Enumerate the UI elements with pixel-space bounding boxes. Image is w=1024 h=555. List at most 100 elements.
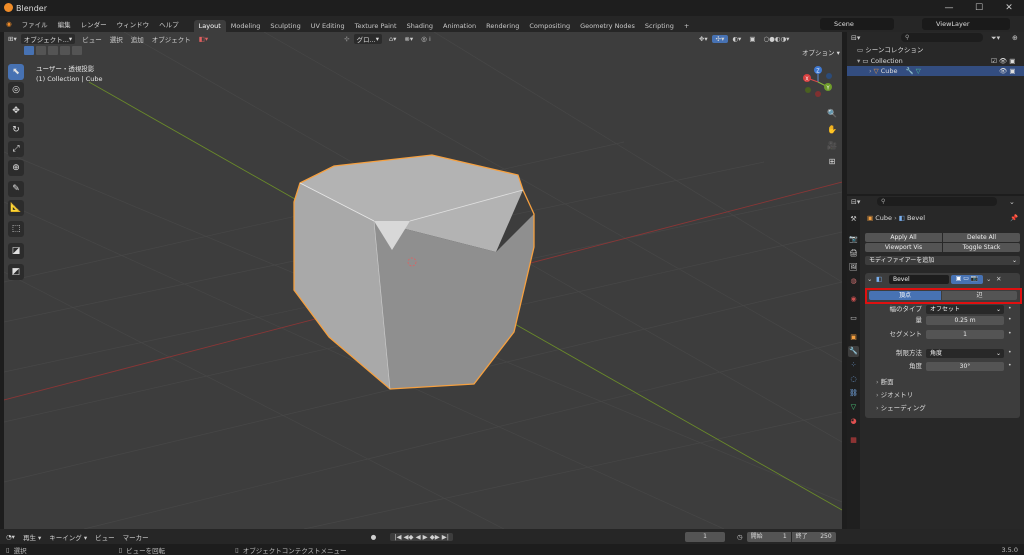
- tab-animation[interactable]: Animation: [438, 20, 481, 32]
- limit-method-dropdown[interactable]: 角度 ⌄: [926, 349, 1004, 358]
- menu-help[interactable]: ヘルプ: [154, 19, 184, 29]
- tab-scripting[interactable]: Scripting: [640, 20, 679, 32]
- modifier-menu-icon[interactable]: ⌄: [986, 275, 991, 283]
- profile-subpanel[interactable]: › 断面: [876, 377, 894, 387]
- menu-view[interactable]: ビュー: [78, 34, 106, 44]
- modifier-display-toggles[interactable]: ▣ ▭ 📷: [951, 275, 983, 284]
- output-tab-icon[interactable]: 🖨: [848, 248, 859, 259]
- keyframe-dot-icon[interactable]: •: [1008, 316, 1012, 323]
- view-layer-selector[interactable]: ViewLayer: [922, 18, 1010, 30]
- texture-tab-icon[interactable]: ▦: [848, 435, 859, 446]
- scene-collection-row[interactable]: ▭ シーンコレクション: [857, 45, 923, 55]
- data-tab-icon[interactable]: ▽: [848, 402, 859, 413]
- record-button-icon[interactable]: ●: [367, 533, 381, 541]
- properties-editor-icon[interactable]: ⊟▾: [851, 198, 860, 206]
- select-subtract-icon[interactable]: [48, 46, 58, 55]
- remove-modifier-icon[interactable]: ✕: [996, 275, 1001, 283]
- material-tab-icon[interactable]: ◕: [848, 416, 859, 427]
- minimize-button[interactable]: —: [934, 0, 964, 16]
- shear-tool-icon[interactable]: ◩: [8, 264, 24, 280]
- keyframe-dot-icon[interactable]: •: [1008, 362, 1012, 369]
- cube-visibility-icons[interactable]: 👁 ▣: [999, 67, 1015, 75]
- add-cube-tool-icon[interactable]: ⬚: [8, 221, 24, 237]
- scene-selector[interactable]: Scene: [820, 18, 894, 30]
- proportional-editing-icon[interactable]: ◎ ⁞: [417, 35, 435, 43]
- properties-search-input[interactable]: ⚲: [877, 197, 997, 206]
- outliner-editor-icon[interactable]: ⊟▾: [851, 34, 860, 42]
- move-tool-icon[interactable]: ✥: [8, 103, 24, 119]
- blender-menu-icon[interactable]: ◉: [0, 20, 17, 28]
- keyframe-dot-icon[interactable]: •: [1008, 349, 1012, 356]
- collapse-arrow-icon[interactable]: ⌄: [867, 275, 872, 283]
- orientation-icon[interactable]: ⊹: [340, 35, 353, 43]
- annotate-tool-icon[interactable]: ✎: [8, 181, 24, 197]
- 3d-viewport[interactable]: [4, 32, 842, 529]
- physics-tab-icon[interactable]: ◌: [848, 374, 859, 385]
- marker-menu[interactable]: マーカー: [119, 532, 153, 542]
- options-dropdown[interactable]: オプション ▾: [802, 47, 840, 57]
- viewport-vis-button[interactable]: Viewport Vis: [865, 243, 942, 252]
- amount-field[interactable]: 0.25 m: [926, 316, 1004, 325]
- editor-type-icon[interactable]: ⊞▾: [4, 35, 21, 43]
- select-invert-icon[interactable]: [60, 46, 70, 55]
- segments-field[interactable]: 1: [926, 330, 1004, 339]
- scale-tool-icon[interactable]: ⤢: [8, 141, 24, 157]
- snap-icon[interactable]: ◧▾: [195, 35, 212, 43]
- scene-tab-icon[interactable]: ◍: [848, 276, 859, 287]
- time-icon[interactable]: ◷: [733, 533, 747, 541]
- select-new-icon[interactable]: [24, 46, 34, 55]
- maximize-button[interactable]: ☐: [964, 0, 994, 16]
- start-frame-field[interactable]: 開始 1: [746, 531, 791, 542]
- affect-edges-button[interactable]: 辺: [942, 291, 1017, 300]
- ortho-toggle-icon[interactable]: ⊞: [826, 156, 838, 168]
- tab-rendering[interactable]: Rendering: [481, 20, 524, 32]
- overlays-icon[interactable]: ◐▾: [728, 35, 745, 43]
- timeline-view-menu[interactable]: ビュー: [91, 532, 119, 542]
- keying-menu[interactable]: キーイング ▾: [45, 532, 91, 542]
- pivot-icon[interactable]: ⌂▾: [385, 35, 400, 43]
- menu-file[interactable]: ファイル: [17, 19, 53, 29]
- affect-vertices-button[interactable]: 頂点: [869, 291, 941, 300]
- menu-edit[interactable]: 編集: [53, 19, 76, 29]
- particles-tab-icon[interactable]: ⁘: [848, 360, 859, 371]
- transform-orientation-selector[interactable]: グロ... ▾: [353, 33, 383, 44]
- close-button[interactable]: ✕: [994, 0, 1024, 16]
- delete-all-button[interactable]: Delete All: [943, 233, 1020, 242]
- end-frame-field[interactable]: 終了 250: [791, 531, 836, 542]
- tab-compositing[interactable]: Compositing: [524, 20, 575, 32]
- keyframe-dot-icon[interactable]: •: [1008, 330, 1012, 337]
- collection-tab-icon[interactable]: ▭: [848, 313, 859, 324]
- rotate-tool-icon[interactable]: ↻: [8, 122, 24, 138]
- object-tab-icon[interactable]: ▣: [848, 332, 859, 343]
- outliner-search-input[interactable]: ⚲: [901, 33, 983, 42]
- modifier-name-input[interactable]: Bevel: [889, 275, 949, 284]
- menu-window[interactable]: ウィンドウ: [112, 19, 155, 29]
- zoom-view-icon[interactable]: 🔍: [826, 108, 838, 120]
- shading-modes-icon[interactable]: ○●◐◑▾: [759, 35, 793, 43]
- width-type-dropdown[interactable]: オフセット ⌄: [926, 305, 1004, 314]
- cursor-tool-icon[interactable]: ◎: [8, 82, 24, 98]
- keyframe-dot-icon[interactable]: •: [1008, 305, 1012, 312]
- menu-select[interactable]: 選択: [106, 34, 127, 44]
- select-intersect-icon[interactable]: [72, 46, 82, 55]
- navigation-gizmo[interactable]: Z Y X: [798, 66, 838, 98]
- tab-modeling[interactable]: Modeling: [226, 20, 266, 32]
- tab-layout[interactable]: Layout: [193, 20, 226, 32]
- tab-geometry-nodes[interactable]: Geometry Nodes: [575, 20, 640, 32]
- tab-uv-editing[interactable]: UV Editing: [306, 20, 350, 32]
- modifier-tab-icon[interactable]: 🔧: [848, 346, 859, 357]
- playback-controls[interactable]: |◀ ◀◆ ◀ ▶ ◆▶ ▶|: [390, 532, 453, 541]
- toggle-stack-button[interactable]: Toggle Stack: [943, 243, 1020, 252]
- select-extend-icon[interactable]: [36, 46, 46, 55]
- camera-view-icon[interactable]: 🎥: [826, 140, 838, 152]
- geometry-subpanel[interactable]: › ジオメトリ: [876, 390, 913, 400]
- add-workspace-button[interactable]: +: [679, 20, 694, 32]
- pin-icon[interactable]: 📌: [1010, 214, 1018, 222]
- select-box-tool-icon[interactable]: ⬉: [8, 64, 24, 80]
- tab-shading[interactable]: Shading: [402, 20, 438, 32]
- tool-tab-icon[interactable]: ⚒: [848, 214, 859, 225]
- show-gizmo-icon[interactable]: ✣▾: [711, 34, 729, 43]
- menu-render[interactable]: レンダー: [76, 19, 112, 29]
- view-layer-tab-icon[interactable]: 🖼: [848, 262, 859, 273]
- timeline-editor-icon[interactable]: ◔▾: [0, 533, 19, 541]
